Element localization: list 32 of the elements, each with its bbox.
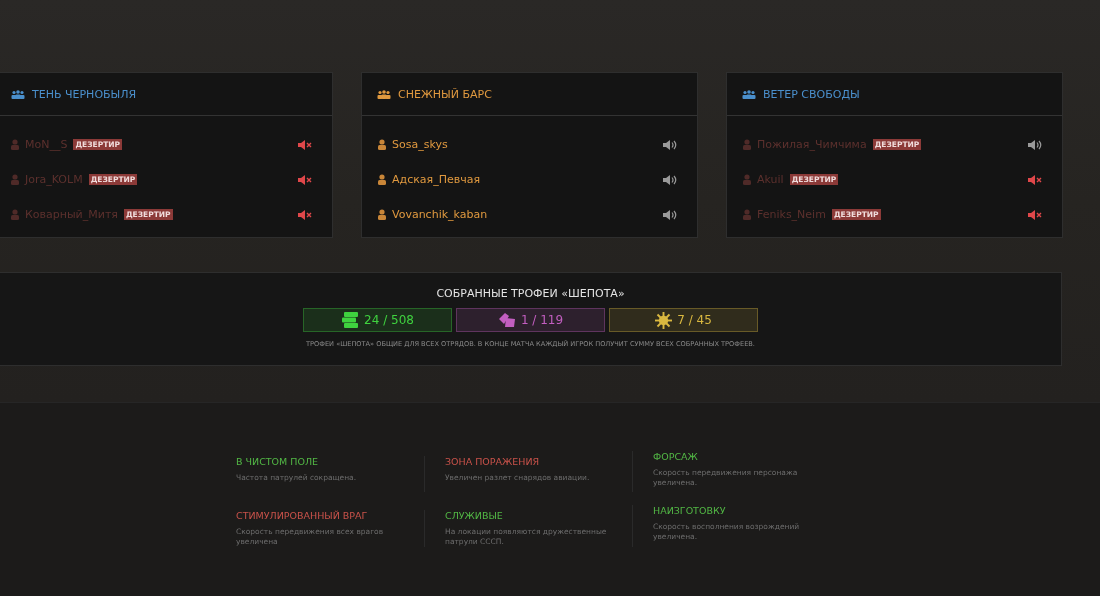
speaker-icon[interactable] [663, 139, 677, 150]
modifier-title: НАИЗГОТОВКУ [653, 505, 727, 516]
modifier-title: СТИМУЛИРОВАННЫЙ ВРАГ [236, 510, 369, 521]
modifier-title: СЛУЖИВЫЕ [445, 510, 504, 521]
trophy-count: 24 / 508 [364, 313, 414, 327]
player-name: Коварный_Митя [25, 208, 118, 221]
team-name: ТЕНЬ ЧЕРНОБЫЛЯ [32, 87, 137, 101]
player-name: Jora_KOLM [25, 173, 83, 186]
player-name: MoN__S [25, 138, 68, 151]
muted-speaker-icon[interactable] [1028, 209, 1042, 220]
player-name: Пожилая_Чимчима [757, 138, 867, 151]
speaker-icon[interactable] [663, 209, 677, 220]
muted-speaker-icon[interactable] [298, 174, 312, 185]
modifier-title: В ЧИСТОМ ПОЛЕ [236, 456, 320, 467]
trophy-count: 7 / 45 [677, 313, 712, 327]
player-name: Адская_Певчая [392, 173, 481, 186]
player-name: Vovanchik_kaban [392, 208, 488, 221]
modifier-title: ФОРСАЖ [653, 451, 699, 462]
muted-speaker-icon[interactable] [298, 139, 312, 150]
player-name: Sosa_skys [392, 138, 448, 151]
stack-icon [341, 312, 360, 328]
speaker-icon[interactable] [1028, 139, 1042, 150]
modifier-title: ЗОНА ПОРАЖЕНИЯ [445, 456, 541, 467]
player-name: Akuil [757, 173, 784, 186]
team-name: ВЕТЕР СВОБОДЫ [763, 87, 860, 101]
speaker-icon[interactable] [663, 174, 677, 185]
muted-speaker-icon[interactable] [298, 209, 312, 220]
team-name: СНЕЖНЫЙ БАРС [398, 87, 492, 101]
player-name: Feniks_Neim [757, 208, 826, 221]
trophy-count: 1 / 119 [520, 313, 564, 327]
trophies-title: СОБРАННЫЕ ТРОФЕИ «ШЕПОТА» [436, 287, 625, 300]
muted-speaker-icon[interactable] [1028, 174, 1042, 185]
